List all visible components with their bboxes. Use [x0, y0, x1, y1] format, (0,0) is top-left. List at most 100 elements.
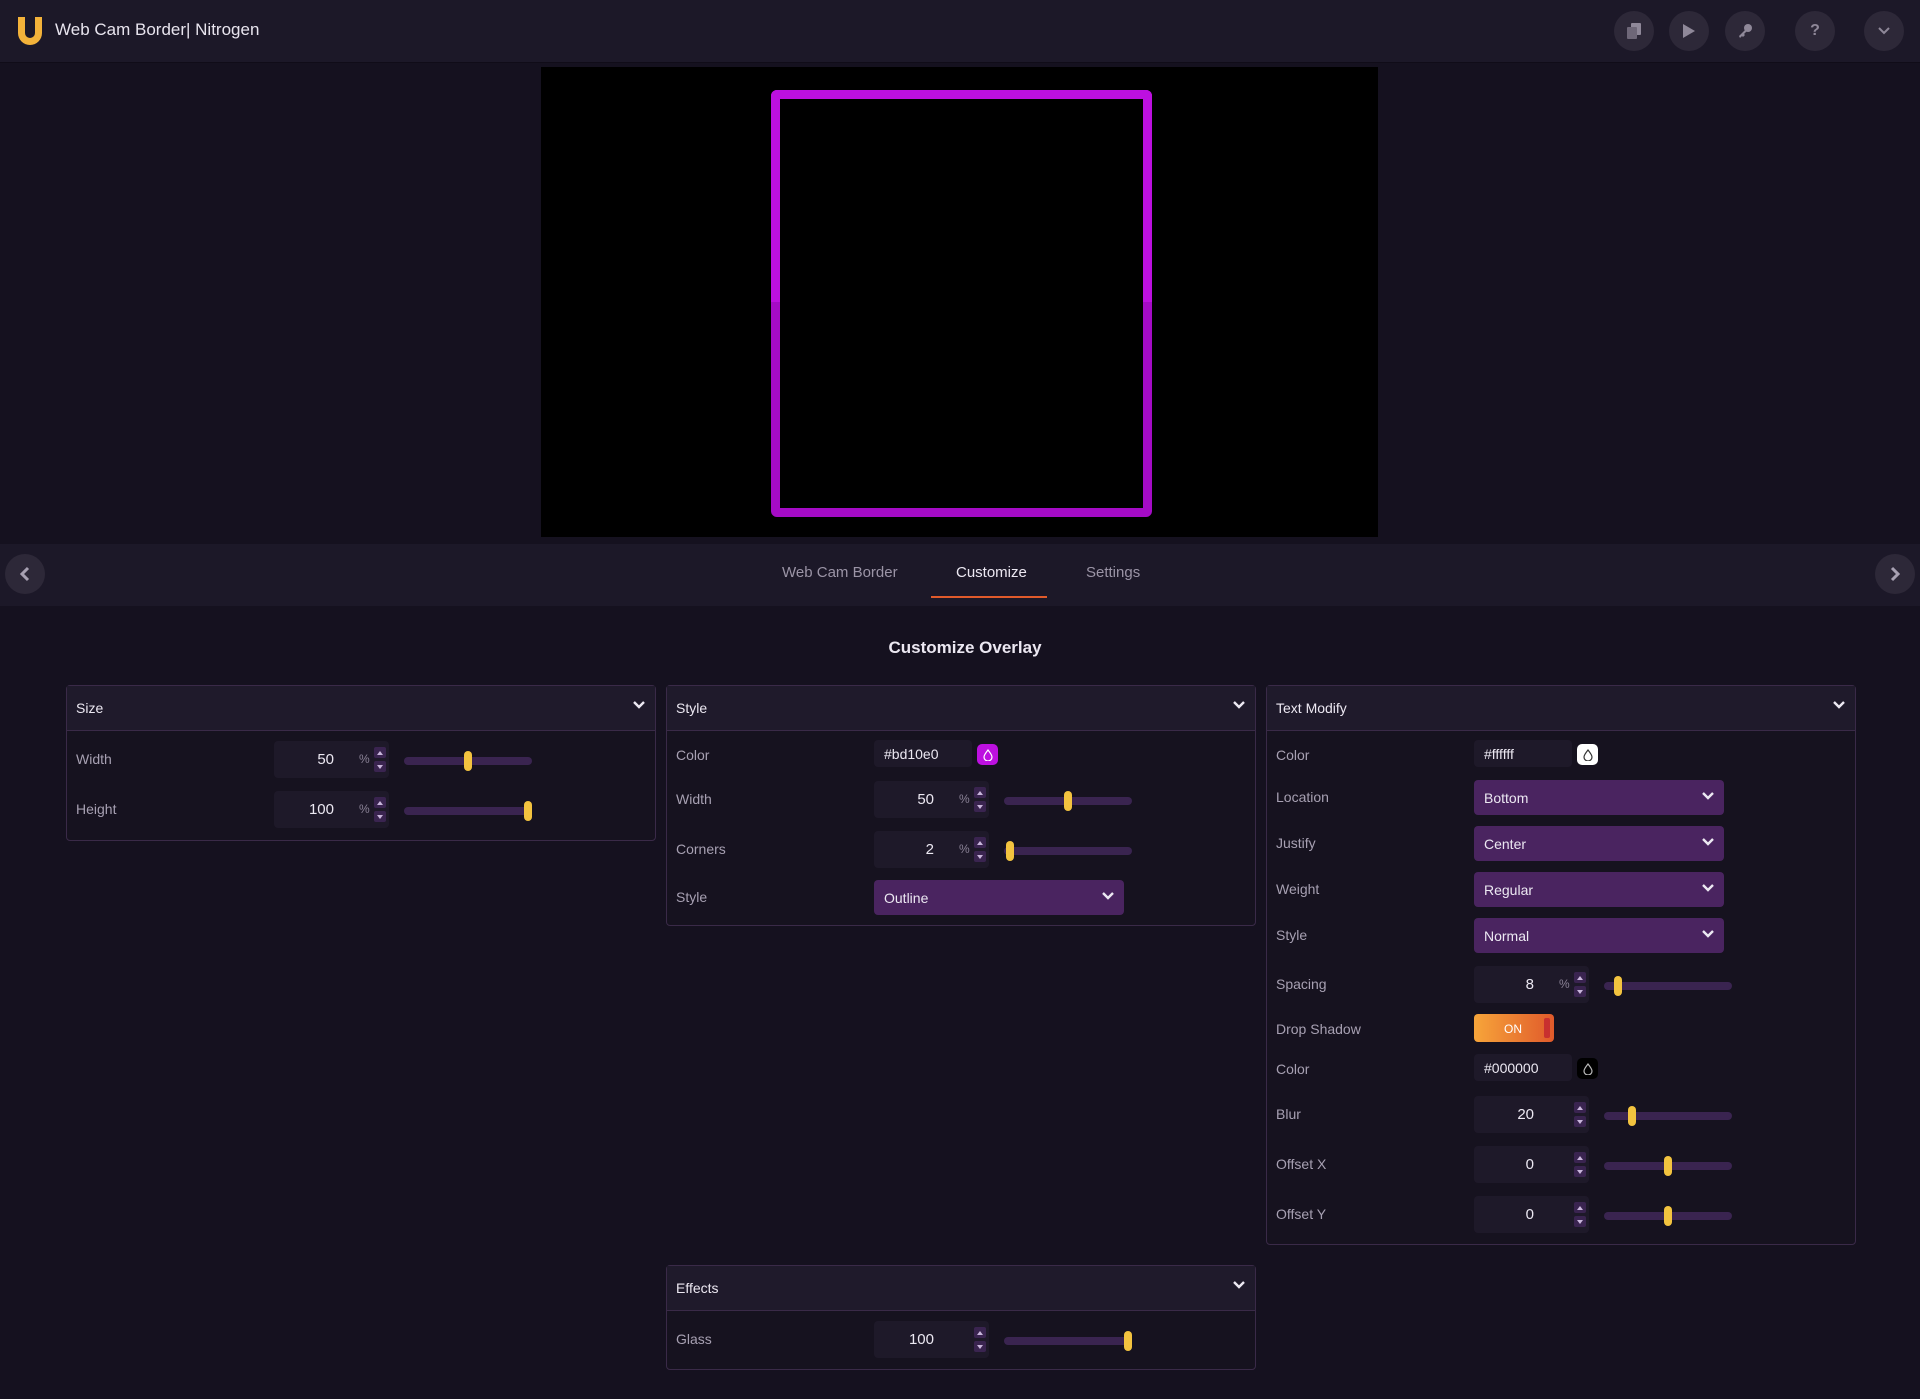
border-style-select[interactable]: Outline — [874, 880, 1124, 915]
increment-button[interactable] — [974, 837, 986, 848]
slider-thumb[interactable] — [524, 801, 532, 821]
width-slider[interactable] — [404, 751, 532, 771]
chevron-down-icon — [1233, 1281, 1245, 1289]
tab-web-cam-border[interactable]: Web Cam Border — [782, 564, 898, 581]
preview-area — [0, 63, 1920, 539]
panel-title: Effects — [676, 1280, 719, 1296]
offset-y-input[interactable]: 0 — [1474, 1196, 1589, 1233]
increment-button[interactable] — [374, 747, 386, 758]
border-color-value: #bd10e0 — [884, 746, 939, 762]
location-select[interactable]: Bottom — [1474, 780, 1724, 815]
height-input[interactable]: 100 % — [274, 791, 389, 828]
decrement-button[interactable] — [1574, 1166, 1586, 1177]
unit-label: % — [959, 842, 970, 856]
slider-thumb[interactable] — [1006, 841, 1014, 861]
height-slider[interactable] — [404, 801, 532, 821]
blur-slider[interactable] — [1604, 1106, 1732, 1126]
decrement-button[interactable] — [974, 1341, 986, 1352]
text-color-swatch[interactable] — [1577, 744, 1598, 765]
width-label: Width — [76, 751, 112, 767]
increment-button[interactable] — [1574, 1202, 1586, 1213]
offset-y-slider[interactable] — [1604, 1206, 1732, 1226]
text-color-input[interactable]: #ffffff — [1474, 740, 1572, 767]
selected-value: Normal — [1484, 928, 1530, 944]
border-width-input[interactable]: 50 % — [874, 781, 989, 818]
blur-label: Blur — [1276, 1106, 1301, 1122]
justify-select[interactable]: Center — [1474, 826, 1724, 861]
drop-shadow-toggle[interactable]: ON — [1474, 1014, 1554, 1042]
slider-thumb[interactable] — [1664, 1156, 1672, 1176]
selected-value: Outline — [884, 890, 929, 906]
chevron-down-icon — [1833, 701, 1845, 709]
corners-slider[interactable] — [1004, 841, 1132, 861]
style-panel-header[interactable]: Style — [667, 686, 1255, 731]
help-button[interactable]: ? — [1795, 11, 1835, 51]
unit-label: % — [359, 802, 370, 816]
decrement-button[interactable] — [1574, 1116, 1586, 1127]
chevron-left-icon — [20, 566, 30, 582]
slider-thumb[interactable] — [1614, 976, 1622, 996]
width-value: 50 — [317, 751, 334, 768]
effects-panel-header[interactable]: Effects — [667, 1266, 1255, 1311]
increment-button[interactable] — [1574, 1152, 1586, 1163]
spacing-input[interactable]: 8 % — [1474, 966, 1589, 1003]
offset-x-slider[interactable] — [1604, 1156, 1732, 1176]
corners-input[interactable]: 2 % — [874, 831, 989, 868]
text-modify-panel-header[interactable]: Text Modify — [1267, 686, 1855, 731]
increment-button[interactable] — [974, 1327, 986, 1338]
border-color-input[interactable]: #bd10e0 — [874, 740, 972, 767]
blur-value: 20 — [1517, 1106, 1534, 1123]
decrement-button[interactable] — [1574, 1216, 1586, 1227]
shadow-color-swatch[interactable] — [1577, 1058, 1598, 1079]
page-title: Customize Overlay — [888, 638, 1042, 657]
color-drop-icon — [982, 748, 993, 761]
tab-customize[interactable]: Customize — [956, 564, 1027, 581]
text-color-label: Color — [1276, 747, 1310, 763]
slider-thumb[interactable] — [1064, 791, 1072, 811]
help-icon: ? — [1810, 22, 1820, 39]
size-panel: Size Width 50 % Height 100 % — [66, 685, 656, 841]
slider-thumb[interactable] — [464, 751, 472, 771]
style-panel: Style Color #bd10e0 Width 50 % Corners 2… — [666, 685, 1256, 926]
play-button[interactable] — [1669, 11, 1709, 51]
previous-button[interactable] — [5, 554, 45, 594]
increment-button[interactable] — [1574, 1102, 1586, 1113]
tab-settings[interactable]: Settings — [1086, 564, 1140, 581]
width-input[interactable]: 50 % — [274, 741, 389, 778]
shadow-color-value: #000000 — [1484, 1060, 1539, 1076]
glass-input[interactable]: 100 — [874, 1321, 989, 1358]
u-logo-icon — [18, 17, 42, 45]
spacing-slider[interactable] — [1604, 976, 1732, 996]
border-color-swatch[interactable] — [977, 744, 998, 765]
text-style-select[interactable]: Normal — [1474, 918, 1724, 953]
increment-button[interactable] — [374, 797, 386, 808]
blur-input[interactable]: 20 — [1474, 1096, 1589, 1133]
spacing-value: 8 — [1525, 976, 1534, 993]
corners-label: Corners — [676, 841, 726, 857]
decrement-button[interactable] — [974, 851, 986, 862]
offset-y-label: Offset Y — [1276, 1206, 1327, 1222]
increment-button[interactable] — [1574, 972, 1586, 983]
key-button[interactable] — [1725, 11, 1765, 51]
weight-select[interactable]: Regular — [1474, 872, 1724, 907]
text-color-value: #ffffff — [1484, 746, 1514, 762]
copy-button[interactable] — [1614, 11, 1654, 51]
slider-thumb[interactable] — [1124, 1331, 1132, 1351]
size-panel-header[interactable]: Size — [67, 686, 655, 731]
decrement-button[interactable] — [974, 801, 986, 812]
offset-x-input[interactable]: 0 — [1474, 1146, 1589, 1183]
style-label: Style — [676, 889, 708, 905]
next-button[interactable] — [1875, 554, 1915, 594]
account-menu-button[interactable] — [1864, 11, 1904, 51]
shadow-color-input[interactable]: #000000 — [1474, 1054, 1572, 1081]
decrement-button[interactable] — [1574, 986, 1586, 997]
border-width-slider[interactable] — [1004, 791, 1132, 811]
increment-button[interactable] — [974, 787, 986, 798]
unit-label: % — [1559, 977, 1570, 991]
slider-thumb[interactable] — [1664, 1206, 1672, 1226]
glass-slider[interactable] — [1004, 1331, 1132, 1351]
selected-value: Regular — [1484, 882, 1534, 898]
slider-thumb[interactable] — [1628, 1106, 1636, 1126]
decrement-button[interactable] — [374, 761, 386, 772]
decrement-button[interactable] — [374, 811, 386, 822]
